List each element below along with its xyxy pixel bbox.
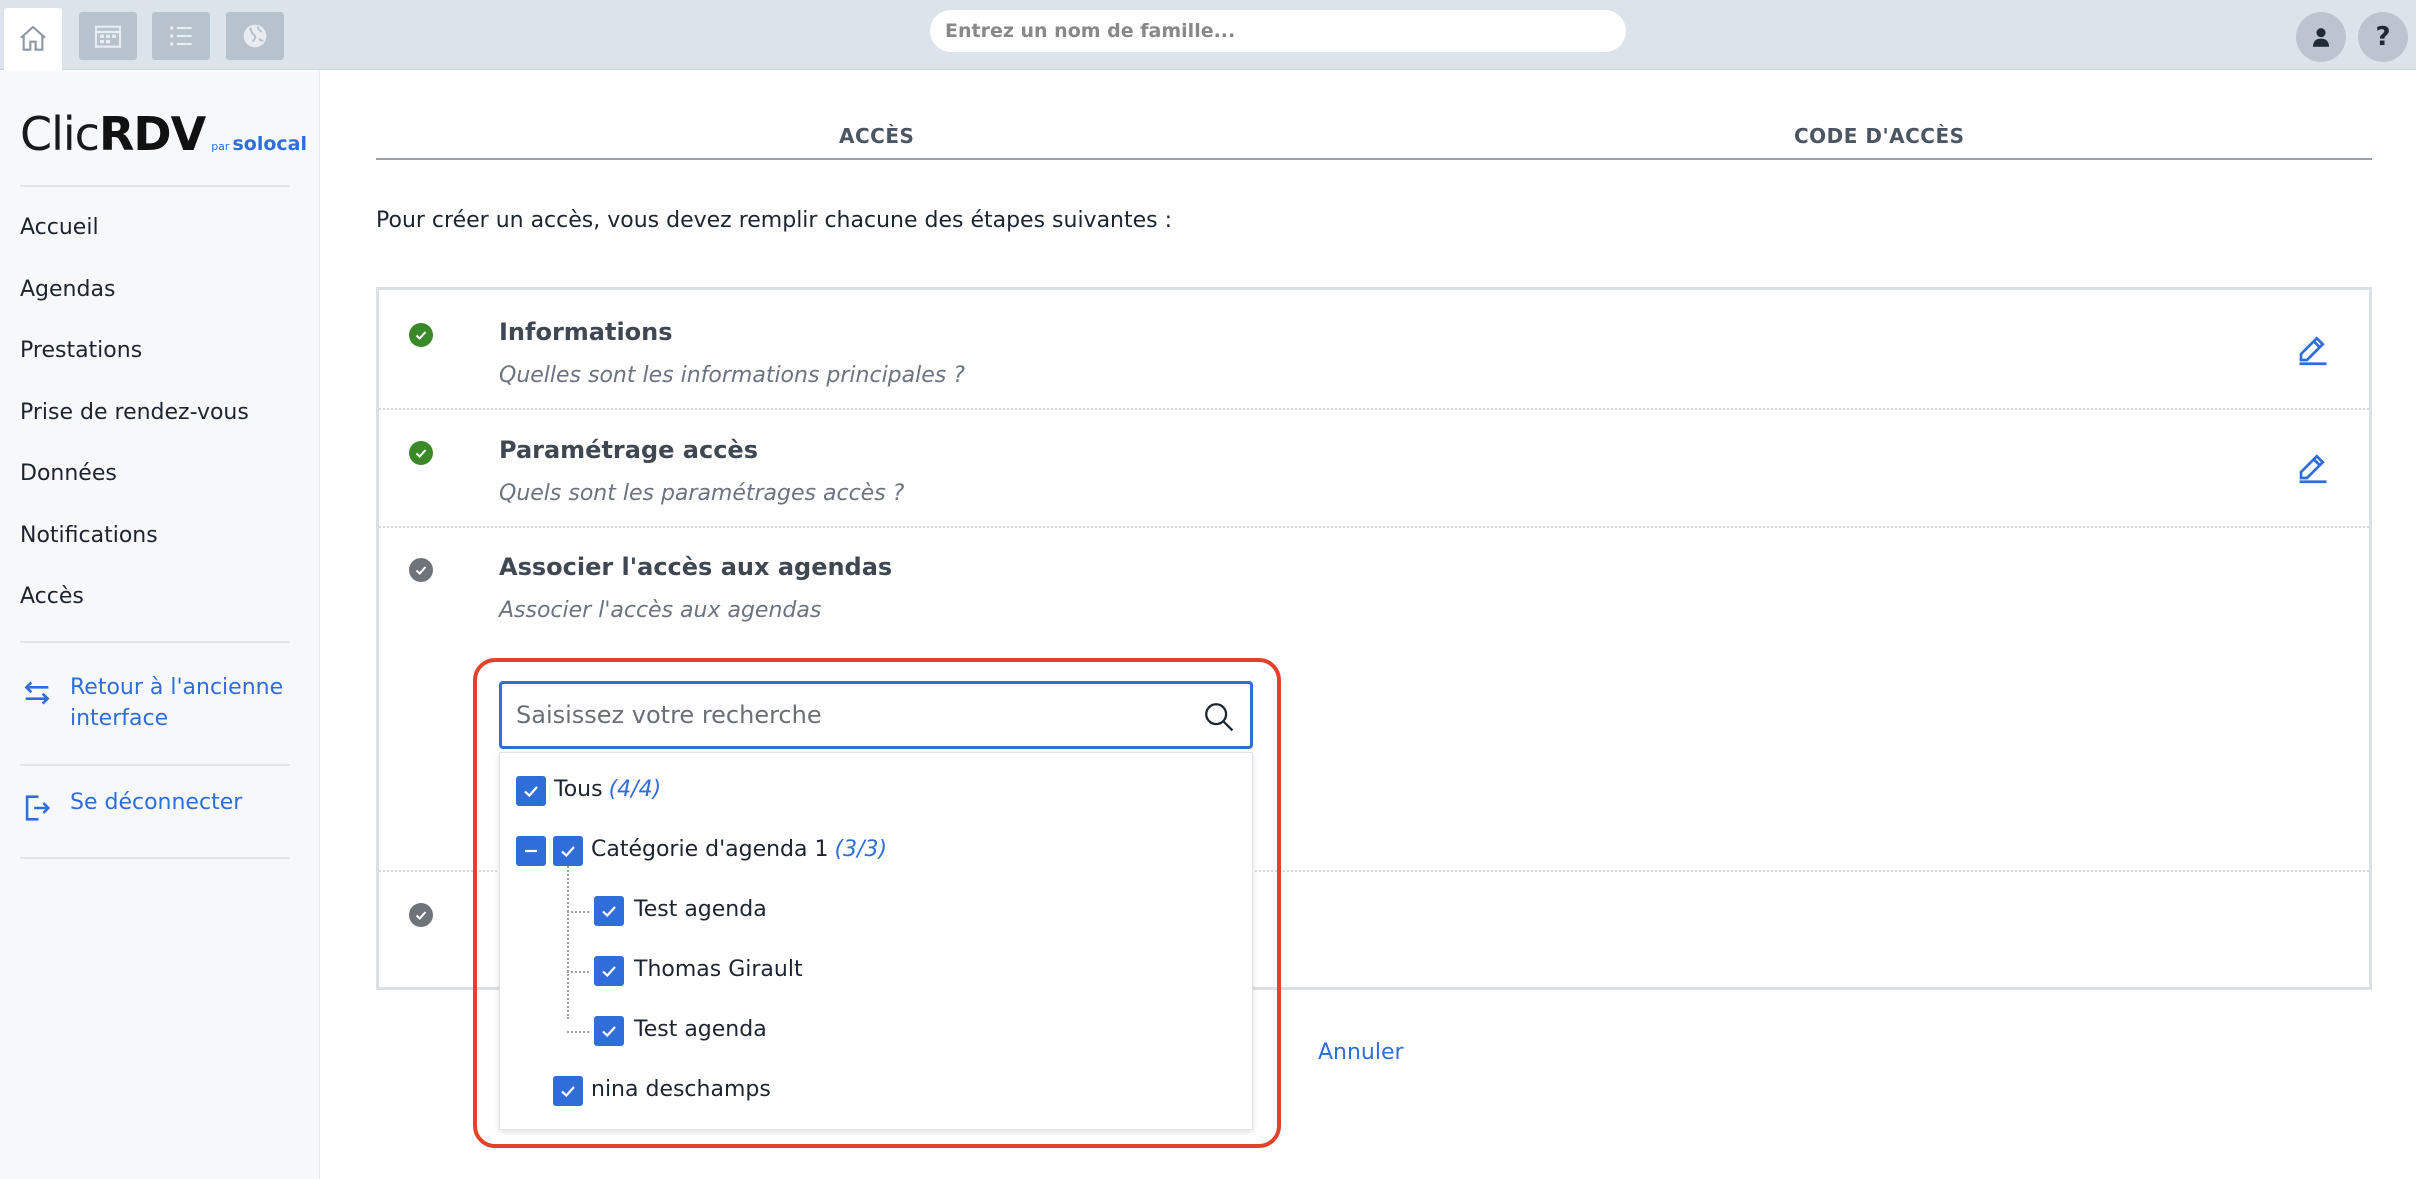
- tree-connector-line: [567, 839, 569, 1019]
- logo-rdv: RDV: [98, 107, 206, 161]
- tab-acces[interactable]: ACCÈS: [839, 124, 914, 148]
- tree-item-category[interactable]: Catégorie d'agenda 1 (3/3): [591, 837, 887, 862]
- tree-connector-line: [567, 1031, 589, 1033]
- tous-checkbox[interactable]: [516, 776, 546, 806]
- tab-code-acces[interactable]: CODE D'ACCÈS: [1794, 124, 1965, 148]
- globe-tab-button[interactable]: [226, 12, 284, 60]
- tree-item-agenda[interactable]: Test agenda: [634, 1017, 767, 1042]
- clicrdv-logo[interactable]: Clic RDV par solocal: [20, 107, 307, 161]
- sidebar-item-agendas[interactable]: Agendas: [20, 277, 115, 302]
- sidebar: Clic RDV par solocal Accueil Agendas Presta…: [0, 71, 320, 1179]
- checkmark-icon: [602, 966, 616, 978]
- step-parametrage-acces: Paramétrage accès Quels sont les paramét…: [379, 408, 2369, 526]
- old-interface-label: Retour à l'ancienne interface: [70, 675, 284, 731]
- sidebar-divider: [20, 641, 290, 643]
- search-icon[interactable]: [1202, 700, 1236, 734]
- swap-arrows-icon: [24, 681, 50, 705]
- tree-item-agenda[interactable]: nina deschamps: [591, 1077, 771, 1102]
- step-title: Paramétrage accès: [499, 436, 758, 464]
- sidebar-divider: [20, 185, 290, 187]
- logout-link[interactable]: Se déconnecter: [20, 787, 300, 825]
- sidebar-item-acces[interactable]: Accès: [20, 584, 84, 609]
- sidebar-item-donnees[interactable]: Données: [20, 461, 117, 486]
- checkmark-icon: [524, 786, 538, 798]
- step-pending-check-icon: [409, 903, 433, 927]
- tree-connector-line: [567, 971, 589, 973]
- agenda-checkbox[interactable]: [594, 896, 624, 926]
- agenda-search-input[interactable]: [516, 696, 1176, 734]
- step-title: Informations: [499, 318, 673, 346]
- list-icon: [169, 26, 192, 46]
- step-subtitle: Associer l'accès aux agendas: [499, 598, 822, 623]
- collapse-category-button[interactable]: [516, 836, 546, 866]
- step-complete-check-icon: [409, 323, 433, 347]
- agenda-checkbox[interactable]: [594, 1016, 624, 1046]
- checkmark-icon: [602, 1026, 616, 1038]
- step-subtitle: Quels sont les paramétrages accès ?: [499, 481, 905, 506]
- tree-item-count: (3/3): [834, 837, 888, 862]
- sidebar-divider: [20, 764, 290, 766]
- logo-par: par: [211, 140, 230, 153]
- edit-pencil-icon[interactable]: [2295, 448, 2331, 484]
- top-bar: ?: [0, 0, 2416, 70]
- access-tabs: ACCÈS CODE D'ACCÈS: [376, 124, 2372, 160]
- step-subtitle: Quelles sont les informations principale…: [499, 363, 965, 388]
- edit-pencil-icon[interactable]: [2295, 330, 2331, 366]
- cancel-link[interactable]: Annuler: [1318, 1040, 1404, 1065]
- agenda-checkbox[interactable]: [594, 956, 624, 986]
- sidebar-item-notifications[interactable]: Notifications: [20, 523, 158, 548]
- calendar-tab-button[interactable]: [79, 12, 137, 60]
- category-checkbox[interactable]: [553, 836, 583, 866]
- sidebar-divider: [20, 857, 290, 859]
- minus-icon: [525, 849, 537, 853]
- logo-solocal: solocal: [232, 133, 307, 155]
- logout-icon: [25, 795, 51, 821]
- logo-clic: Clic: [20, 107, 100, 161]
- list-tab-button[interactable]: [152, 12, 210, 60]
- tree-connector-line: [567, 911, 589, 913]
- home-icon: [20, 25, 46, 51]
- user-icon: [2312, 28, 2330, 47]
- sidebar-item-prise-de-rendez-vous[interactable]: Prise de rendez-vous: [20, 400, 249, 425]
- agenda-tree-dropdown: Tous (4/4) Catégorie d'agenda 1 (3/3) Test…: [499, 752, 1253, 1130]
- old-interface-link[interactable]: Retour à l'ancienne interface: [20, 672, 300, 734]
- tree-item-count: (4/4): [608, 777, 662, 802]
- help-icon: ?: [2375, 22, 2391, 52]
- tree-item-tous[interactable]: Tous (4/4): [554, 777, 661, 802]
- agenda-search-field[interactable]: [499, 681, 1253, 749]
- checkmark-icon: [561, 846, 575, 858]
- sidebar-item-accueil[interactable]: Accueil: [20, 215, 99, 240]
- agenda-checkbox[interactable]: [553, 1076, 583, 1106]
- step-informations: Informations Quelles sont les informatio…: [379, 290, 2369, 408]
- tree-item-agenda[interactable]: Thomas Girault: [634, 957, 803, 982]
- calendar-icon: [94, 25, 122, 48]
- tree-item-agenda[interactable]: Test agenda: [634, 897, 767, 922]
- user-account-button[interactable]: [2296, 12, 2346, 62]
- sidebar-item-prestations[interactable]: Prestations: [20, 338, 142, 363]
- step-pending-check-icon: [409, 558, 433, 582]
- checkmark-icon: [602, 906, 616, 918]
- help-button[interactable]: ?: [2358, 12, 2408, 62]
- tree-item-label: Catégorie d'agenda 1: [591, 837, 829, 862]
- globe-icon: [243, 24, 267, 48]
- home-tab-button[interactable]: [4, 8, 62, 70]
- step-title: Associer l'accès aux agendas: [499, 553, 893, 581]
- intro-text: Pour créer un accès, vous devez remplir …: [376, 208, 1173, 233]
- logout-label: Se déconnecter: [70, 790, 243, 815]
- family-name-search-input[interactable]: [930, 10, 1626, 52]
- tree-item-label: Tous: [554, 777, 603, 802]
- checkmark-icon: [561, 1086, 575, 1098]
- step-complete-check-icon: [409, 441, 433, 465]
